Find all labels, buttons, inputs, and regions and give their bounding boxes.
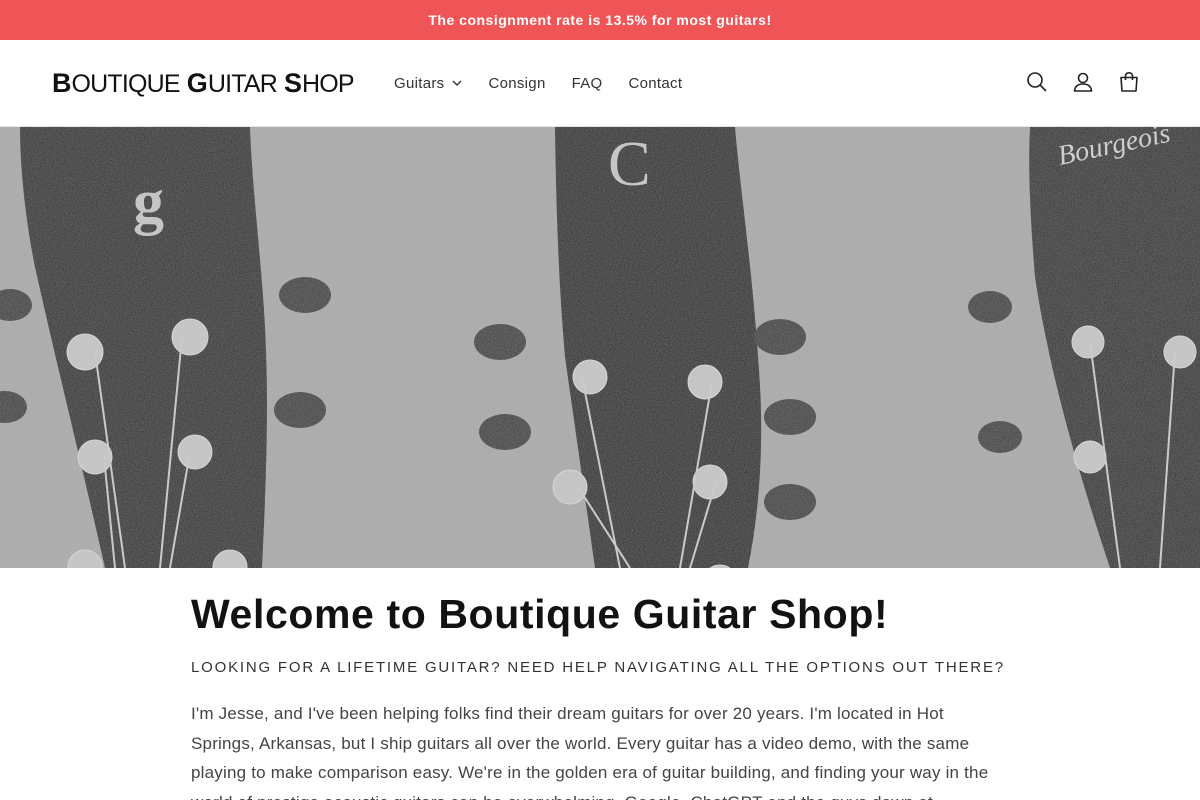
announcement-bar: The consignment rate is 13.5% for most g… xyxy=(0,0,1200,40)
logo-initial-3: S xyxy=(283,68,302,98)
logo-word-1: OUTIQUE xyxy=(71,70,181,98)
nav-item-consign[interactable]: Consign xyxy=(475,63,558,103)
nav-item-guitars[interactable]: Guitars xyxy=(381,63,475,103)
main-nav: Guitars Consign FAQ Contact xyxy=(381,40,695,126)
logo-initial-2: G xyxy=(186,68,208,98)
cart-button[interactable] xyxy=(1106,60,1152,104)
nav-label-contact: Contact xyxy=(628,74,683,92)
announcement-text: The consignment rate is 13.5% for most g… xyxy=(428,12,772,28)
nav-label-guitars: Guitars xyxy=(394,74,445,92)
site-header: B OUTIQUE G UITAR S HOP Guitars Consign FAQ C… xyxy=(0,40,1200,127)
account-button[interactable] xyxy=(1060,60,1106,104)
header-icons xyxy=(1014,60,1152,104)
nav-item-contact[interactable]: Contact xyxy=(616,63,696,103)
cart-icon xyxy=(1120,71,1138,92)
hero-image: g C Bourgeois xyxy=(0,127,1200,568)
page-subtitle: LOOKING FOR A LIFETIME GUITAR? NEED HELP… xyxy=(191,659,1005,677)
search-button[interactable] xyxy=(1014,60,1060,104)
logo-initial-1: B xyxy=(52,68,72,98)
logo-word-3: HOP xyxy=(301,70,355,98)
page-title: Welcome to Boutique Guitar Shop! xyxy=(191,591,889,637)
search-icon xyxy=(1027,72,1047,92)
account-icon xyxy=(1073,72,1093,92)
nav-label-faq: FAQ xyxy=(571,74,603,92)
guitar-headstocks-image: g C Bourgeois xyxy=(0,127,1200,568)
nav-item-faq[interactable]: FAQ xyxy=(559,63,616,103)
chevron-down-icon xyxy=(452,80,462,86)
intro-paragraph: I'm Jesse, and I've been helping folks f… xyxy=(191,704,989,800)
nav-label-consign: Consign xyxy=(488,74,546,92)
logo-word-2: UITAR xyxy=(207,70,278,98)
main-content: Welcome to Boutique Guitar Shop! LOOKING… xyxy=(191,568,1011,800)
brand-logo[interactable]: B OUTIQUE G UITAR S HOP xyxy=(52,67,355,98)
